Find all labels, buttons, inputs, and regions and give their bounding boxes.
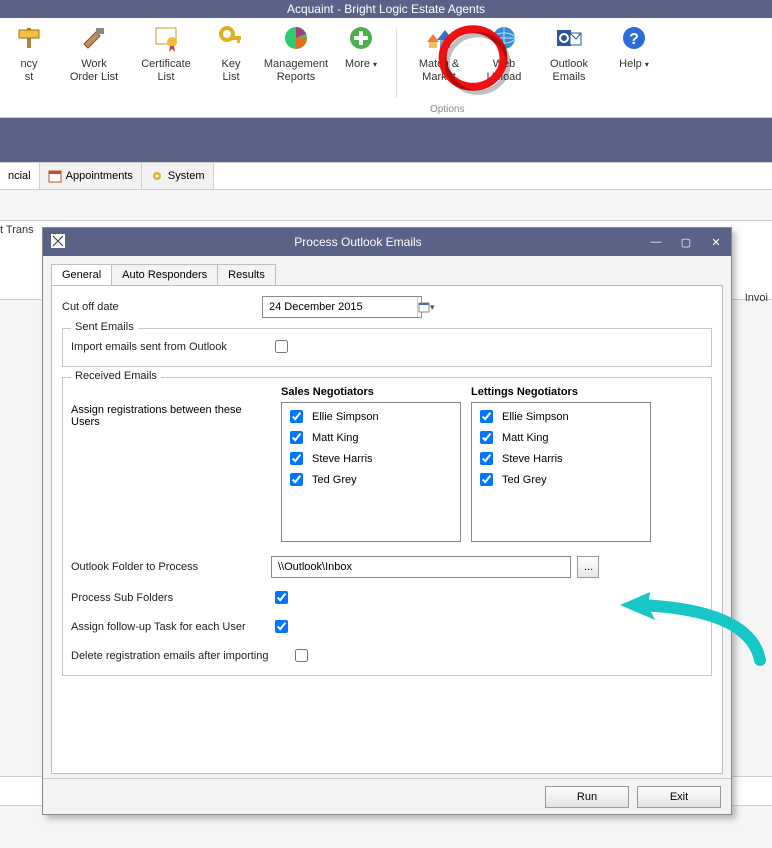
checkbox[interactable] <box>290 431 303 444</box>
sign-icon <box>13 22 45 54</box>
gear-icon <box>150 169 164 183</box>
import-sent-checkbox[interactable] <box>275 340 288 353</box>
certificate-icon <box>150 22 182 54</box>
list-item[interactable]: Ellie Simpson <box>286 407 456 426</box>
dialog-tab-general[interactable]: General <box>51 264 112 285</box>
lettings-negotiators-header: Lettings Negotiators <box>471 386 651 398</box>
ribbon-item-help[interactable]: ? Help ▾ <box>605 22 663 71</box>
delete-registration-checkbox[interactable] <box>295 649 308 662</box>
tab-system[interactable]: System <box>142 163 214 189</box>
chevron-down-icon[interactable]: ▾ <box>430 297 435 317</box>
checkbox[interactable] <box>480 473 493 486</box>
ribbon-item-more[interactable]: More ▾ <box>332 22 390 71</box>
ribbon-item-certificate[interactable]: CertificateList <box>130 22 202 83</box>
dialog-tab-results[interactable]: Results <box>217 264 276 285</box>
minimize-button[interactable]: — <box>641 228 671 256</box>
list-item[interactable]: Steve Harris <box>476 449 646 468</box>
ribbon-item-management-reports[interactable]: ManagementReports <box>260 22 332 83</box>
dialog-process-outlook-emails: Process Outlook Emails — ▢ ✕ General Aut… <box>42 227 732 815</box>
checkbox[interactable] <box>290 410 303 423</box>
ribbon-item-outlook-emails[interactable]: OutlookEmails <box>533 22 605 83</box>
run-button[interactable]: Run <box>545 786 629 808</box>
dialog-tabpage-general: Cut off date ▾ Sent Emails Import emails… <box>51 285 723 774</box>
dialog-app-icon <box>49 232 69 252</box>
close-button[interactable]: ✕ <box>701 228 731 256</box>
plus-icon <box>345 22 377 54</box>
checkbox[interactable] <box>480 452 493 465</box>
ribbon-toolbar: ncyst WorkOrder List CertificateList Key… <box>0 18 772 118</box>
browse-folder-button[interactable]: ... <box>577 556 599 578</box>
houses-icon <box>423 22 455 54</box>
checkbox[interactable] <box>290 452 303 465</box>
pie-chart-icon <box>280 22 312 54</box>
dialog-tabs: General Auto Responders Results <box>51 264 723 285</box>
globe-upload-icon <box>488 22 520 54</box>
key-icon <box>215 22 247 54</box>
dialog-titlebar: Process Outlook Emails — ▢ ✕ <box>43 228 731 256</box>
ribbon-item-key-list[interactable]: KeyList <box>202 22 260 83</box>
received-emails-legend: Received Emails <box>71 370 161 382</box>
calendar-icon <box>48 169 62 183</box>
process-subfolders-checkbox[interactable] <box>275 591 288 604</box>
ribbon-group-label: Options <box>430 104 464 115</box>
fragment-right: Invoi <box>745 292 768 304</box>
svg-text:?: ? <box>629 31 639 48</box>
checkbox[interactable] <box>480 431 493 444</box>
import-sent-label: Import emails sent from Outlook <box>71 341 271 353</box>
section-tabs: ncial Appointments System <box>0 162 772 190</box>
ribbon-item-tenancy[interactable]: ncyst <box>0 22 58 83</box>
list-item[interactable]: Ted Grey <box>476 470 646 489</box>
dialog-title: Process Outlook Emails <box>75 235 641 249</box>
cutoff-date-input[interactable] <box>263 297 417 317</box>
sent-emails-legend: Sent Emails <box>71 321 138 333</box>
outlook-folder-label: Outlook Folder to Process <box>71 561 271 573</box>
cutoff-date-picker[interactable]: ▾ <box>262 296 422 318</box>
delete-registration-label: Delete registration emails after importi… <box>71 650 291 662</box>
exit-button[interactable]: Exit <box>637 786 721 808</box>
ribbon-item-work-order[interactable]: WorkOrder List <box>58 22 130 83</box>
list-item[interactable]: Matt King <box>476 428 646 447</box>
band-spacer <box>0 118 772 162</box>
maximize-button[interactable]: ▢ <box>671 228 701 256</box>
sales-negotiators-list[interactable]: Ellie Simpson Matt King Steve Harris Ted… <box>281 402 461 542</box>
list-item[interactable]: Matt King <box>286 428 456 447</box>
calendar-icon[interactable] <box>417 297 430 317</box>
dialog-tab-auto-responders[interactable]: Auto Responders <box>111 264 218 285</box>
tab-appointments[interactable]: Appointments <box>40 163 142 189</box>
list-item[interactable]: Ted Grey <box>286 470 456 489</box>
checkbox[interactable] <box>290 473 303 486</box>
app-title-bar: Acquaint - Bright Logic Estate Agents <box>0 0 772 18</box>
ribbon-item-match-market[interactable]: Match &Market <box>403 22 475 83</box>
assign-registrations-label: Assign registrations between these Users <box>71 386 271 542</box>
outlook-folder-input[interactable] <box>271 556 571 578</box>
fragment-left: t Trans <box>0 224 34 236</box>
help-icon: ? <box>618 22 650 54</box>
lettings-negotiators-list[interactable]: Ellie Simpson Matt King Steve Harris Ted… <box>471 402 651 542</box>
checkbox[interactable] <box>480 410 493 423</box>
ribbon-separator <box>396 28 397 98</box>
cutoff-date-label: Cut off date <box>62 301 262 313</box>
hammer-icon <box>78 22 110 54</box>
sales-negotiators-header: Sales Negotiators <box>281 386 461 398</box>
assign-followup-checkbox[interactable] <box>275 620 288 633</box>
assign-followup-label: Assign follow-up Task for each User <box>71 621 271 633</box>
app-title: Acquaint - Bright Logic Estate Agents <box>287 2 485 16</box>
list-item[interactable]: Steve Harris <box>286 449 456 468</box>
outlook-icon <box>553 22 585 54</box>
dialog-footer: Run Exit <box>43 778 731 814</box>
ribbon-item-web-upload[interactable]: WebUpload <box>475 22 533 83</box>
list-item[interactable]: Ellie Simpson <box>476 407 646 426</box>
process-subfolders-label: Process Sub Folders <box>71 592 271 604</box>
tab-financial[interactable]: ncial <box>0 163 40 189</box>
